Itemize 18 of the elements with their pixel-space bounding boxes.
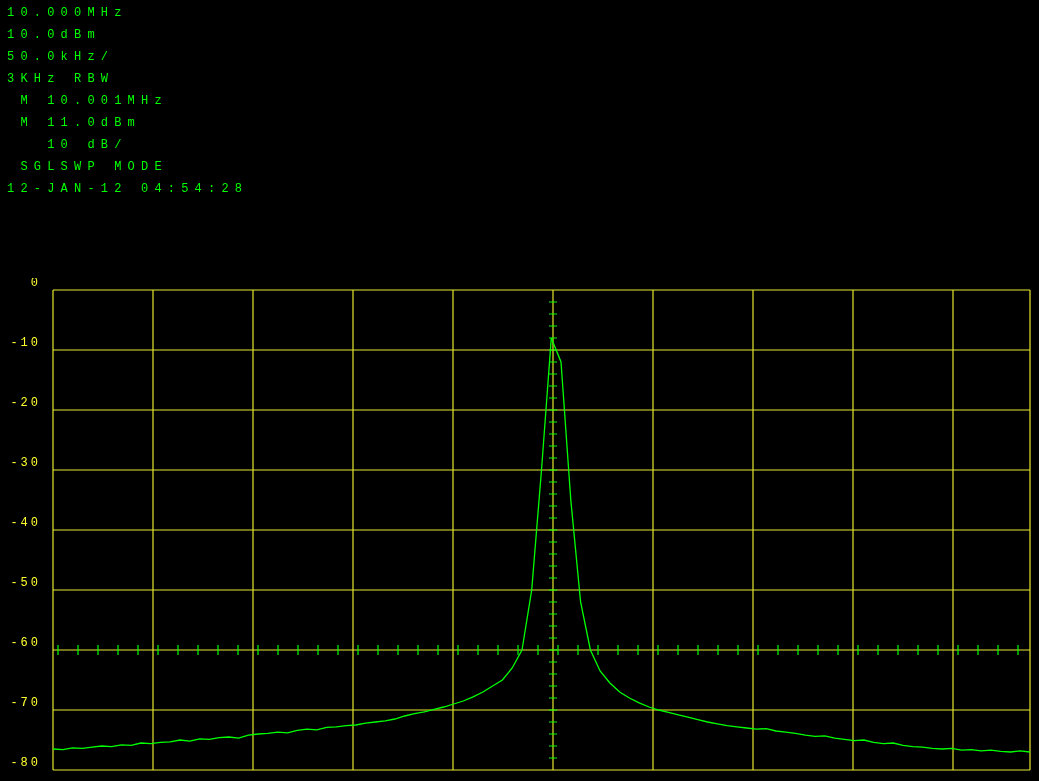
axis-label: -20 <box>10 396 41 410</box>
axis-label: -30 <box>10 456 41 470</box>
readout-text: 10.0dBm <box>7 27 101 44</box>
readout-text: 10.000MHz <box>7 5 128 22</box>
axis-label: -80 <box>10 756 41 770</box>
readout-text: 12-JAN-12 04:54:28 <box>7 181 249 198</box>
axis-label: 0 <box>30 278 41 290</box>
readout-text: 50.0kHz/ <box>7 49 115 66</box>
axis-label: -70 <box>10 696 41 710</box>
readout-text: 10 dB/ <box>46 137 128 154</box>
axis-label: -50 <box>10 576 41 590</box>
axis-label: -10 <box>10 336 41 350</box>
readout-text: M 10.001MHz <box>19 93 168 110</box>
readout-text: M 11.0dBm <box>19 115 141 132</box>
axis-label: -60 <box>10 636 41 650</box>
axis-label: -40 <box>10 516 41 530</box>
readout-text: SGLSWP MODE <box>19 159 168 176</box>
readout-text: 3KHz RBW <box>7 71 115 88</box>
